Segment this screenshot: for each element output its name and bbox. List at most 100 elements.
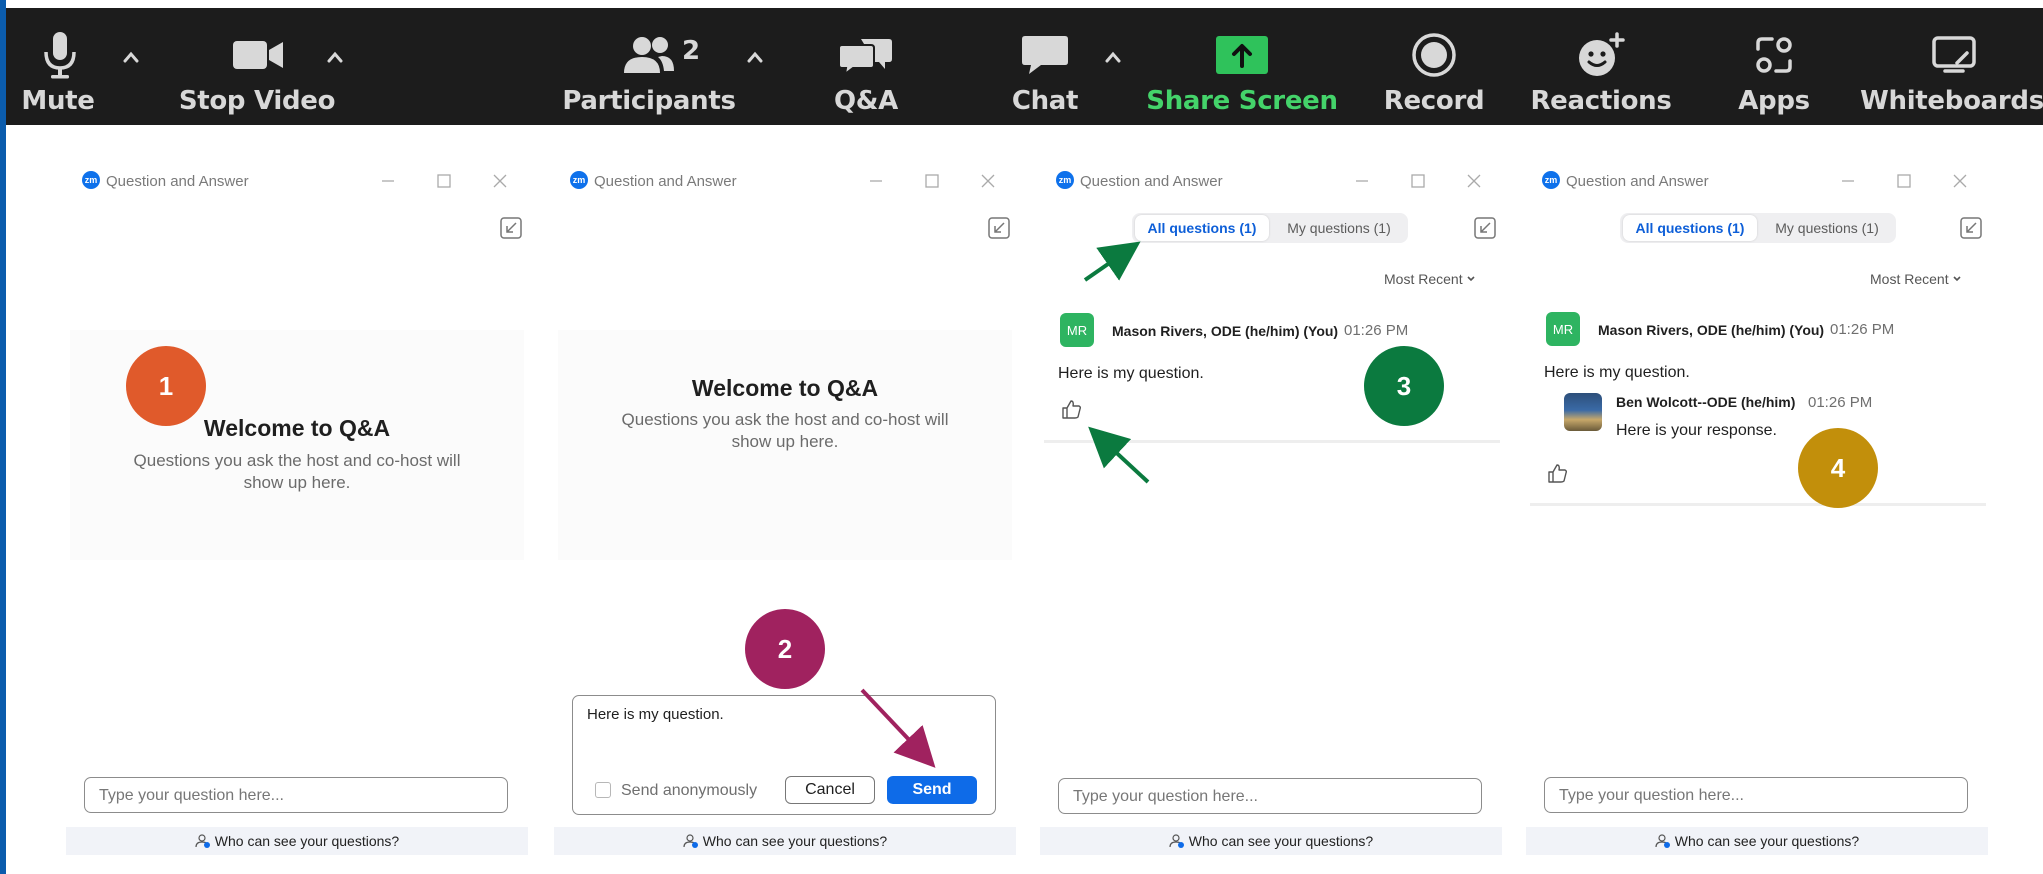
- sort-label: Most Recent: [1870, 271, 1949, 287]
- send-button[interactable]: Send: [887, 776, 977, 804]
- whiteboard-icon: [1928, 28, 1980, 82]
- person-visibility-icon: [195, 834, 210, 848]
- apps-button[interactable]: Apps: [1721, 8, 1831, 125]
- minimize-icon[interactable]: [1834, 167, 1862, 195]
- minimize-icon[interactable]: [374, 167, 402, 195]
- participants-button[interactable]: 2 Participants: [562, 8, 736, 125]
- question-input[interactable]: [97, 783, 499, 809]
- chat-button[interactable]: Chat: [986, 8, 1106, 125]
- question-compose-box[interactable]: Here is my question. Send anonymously Ca…: [572, 695, 996, 815]
- stop-video-button[interactable]: Stop Video: [156, 8, 335, 125]
- qa-button[interactable]: Q&A: [806, 8, 926, 125]
- record-icon: [1410, 28, 1458, 82]
- qa-panel-answered: zm Question and Answer All questions (1)…: [1526, 125, 1988, 874]
- window-title: Question and Answer: [594, 173, 737, 190]
- tab-my-questions[interactable]: My questions (1): [1272, 215, 1406, 241]
- who-can-see-link[interactable]: Who can see your questions?: [554, 827, 1016, 855]
- close-icon[interactable]: [974, 167, 1002, 195]
- popout-arrow-icon[interactable]: [1472, 215, 1498, 241]
- welcome-title: Welcome to Q&A: [203, 415, 391, 441]
- divider: [1044, 440, 1500, 443]
- avatar: MR: [1546, 312, 1580, 346]
- popout-arrow-icon[interactable]: [498, 215, 524, 241]
- who-can-see-link[interactable]: Who can see your questions?: [1040, 827, 1502, 855]
- person-visibility-icon: [1655, 834, 1670, 848]
- person-visibility-icon: [1169, 834, 1184, 848]
- top-stripe: [0, 0, 2043, 8]
- tab-my-questions[interactable]: My questions (1): [1760, 215, 1894, 241]
- question-tabs: All questions (1) My questions (1): [1132, 213, 1408, 243]
- who-can-see-link[interactable]: Who can see your questions?: [66, 827, 528, 855]
- qa-panel-compose: zm Question and Answer Welcome to Q&A Qu…: [554, 125, 1016, 874]
- chevron-down-icon: [1953, 276, 1962, 282]
- send-anonymously-checkbox[interactable]: [595, 782, 611, 798]
- question-text: Here is my question.: [1544, 364, 1690, 381]
- mute-options-chevron-up-icon[interactable]: [116, 42, 146, 72]
- microphone-icon: [40, 28, 80, 82]
- tab-all-questions[interactable]: All questions (1): [1623, 215, 1757, 241]
- whiteboards-label: Whiteboards: [1860, 86, 2043, 116]
- question-time: 01:26 PM: [1830, 321, 1895, 338]
- question-tabs: All questions (1) My questions (1): [1620, 213, 1896, 243]
- mute-label: Mute: [21, 86, 95, 116]
- thumbs-up-icon[interactable]: [1060, 398, 1082, 420]
- apps-label: Apps: [1738, 86, 1810, 116]
- popout-arrow-icon[interactable]: [1958, 215, 1984, 241]
- tab-all-questions[interactable]: All questions (1): [1135, 215, 1269, 241]
- minimize-icon[interactable]: [1348, 167, 1376, 195]
- compose-text[interactable]: Here is my question.: [587, 706, 724, 723]
- question-input[interactable]: [1557, 783, 1959, 809]
- close-icon[interactable]: [486, 167, 514, 195]
- thumbs-up-icon[interactable]: [1546, 462, 1568, 484]
- question-input-box[interactable]: [1544, 777, 1968, 813]
- question-input-box[interactable]: [84, 777, 508, 813]
- maximize-icon[interactable]: [918, 167, 946, 195]
- close-icon[interactable]: [1460, 167, 1488, 195]
- welcome-title: Welcome to Q&A: [691, 375, 879, 401]
- qa-label: Q&A: [834, 86, 898, 116]
- popout-arrow-icon[interactable]: [986, 215, 1012, 241]
- maximize-icon[interactable]: [430, 167, 458, 195]
- record-button[interactable]: Record: [1366, 8, 1496, 125]
- minimize-icon[interactable]: [862, 167, 890, 195]
- video-options-chevron-up-icon[interactable]: [320, 42, 350, 72]
- apps-icon: [1749, 28, 1799, 82]
- maximize-icon[interactable]: [1404, 167, 1432, 195]
- participants-count: 2: [682, 36, 701, 66]
- step-badge-1: 1: [126, 346, 206, 426]
- close-icon[interactable]: [1946, 167, 1974, 195]
- response-author: Ben Wolcott--ODE (he/him): [1616, 394, 1796, 410]
- window-title-bar: zm Question and Answer: [1526, 167, 1988, 197]
- window-title: Question and Answer: [1566, 173, 1709, 190]
- maximize-icon[interactable]: [1890, 167, 1918, 195]
- welcome-subtitle: Questions you ask the host and co-host w…: [133, 451, 461, 492]
- participants-options-chevron-up-icon[interactable]: [740, 42, 770, 72]
- share-screen-arrow-up-icon: [1216, 28, 1268, 82]
- response-time: 01:26 PM: [1808, 394, 1873, 411]
- window-title-bar: zm Question and Answer: [1040, 167, 1502, 197]
- window-title: Question and Answer: [1080, 173, 1223, 190]
- share-screen-button[interactable]: Share Screen: [1146, 8, 1338, 125]
- step-badge-2: 2: [745, 609, 825, 689]
- cancel-button[interactable]: Cancel: [785, 776, 875, 804]
- who-can-see-link[interactable]: Who can see your questions?: [1526, 827, 1988, 855]
- sort-dropdown[interactable]: Most Recent: [1870, 271, 1962, 287]
- question-input-box[interactable]: [1058, 778, 1482, 814]
- question-input[interactable]: [1071, 784, 1473, 810]
- chat-options-chevron-up-icon[interactable]: [1098, 42, 1128, 72]
- sort-dropdown[interactable]: Most Recent: [1384, 271, 1476, 287]
- emoji-add-icon: [1576, 28, 1628, 82]
- video-camera-icon: [230, 28, 286, 82]
- window-title-bar: zm Question and Answer: [66, 167, 528, 197]
- share-screen-label: Share Screen: [1146, 86, 1338, 116]
- reactions-button[interactable]: Reactions: [1526, 8, 1676, 125]
- qa-icon: [838, 28, 894, 82]
- welcome-subtitle: Questions you ask the host and co-host w…: [621, 410, 949, 451]
- meeting-toolbar: Mute Stop Video 2 Participants Q&A Chat …: [6, 8, 2043, 125]
- footer-text: Who can see your questions?: [1188, 833, 1374, 849]
- whiteboards-button[interactable]: Whiteboards: [1860, 8, 2043, 125]
- zoom-logo-icon: zm: [82, 171, 100, 189]
- send-anonymously-label: Send anonymously: [621, 782, 758, 799]
- chevron-down-icon: [1467, 276, 1476, 282]
- chat-bubble-icon: [1018, 28, 1072, 82]
